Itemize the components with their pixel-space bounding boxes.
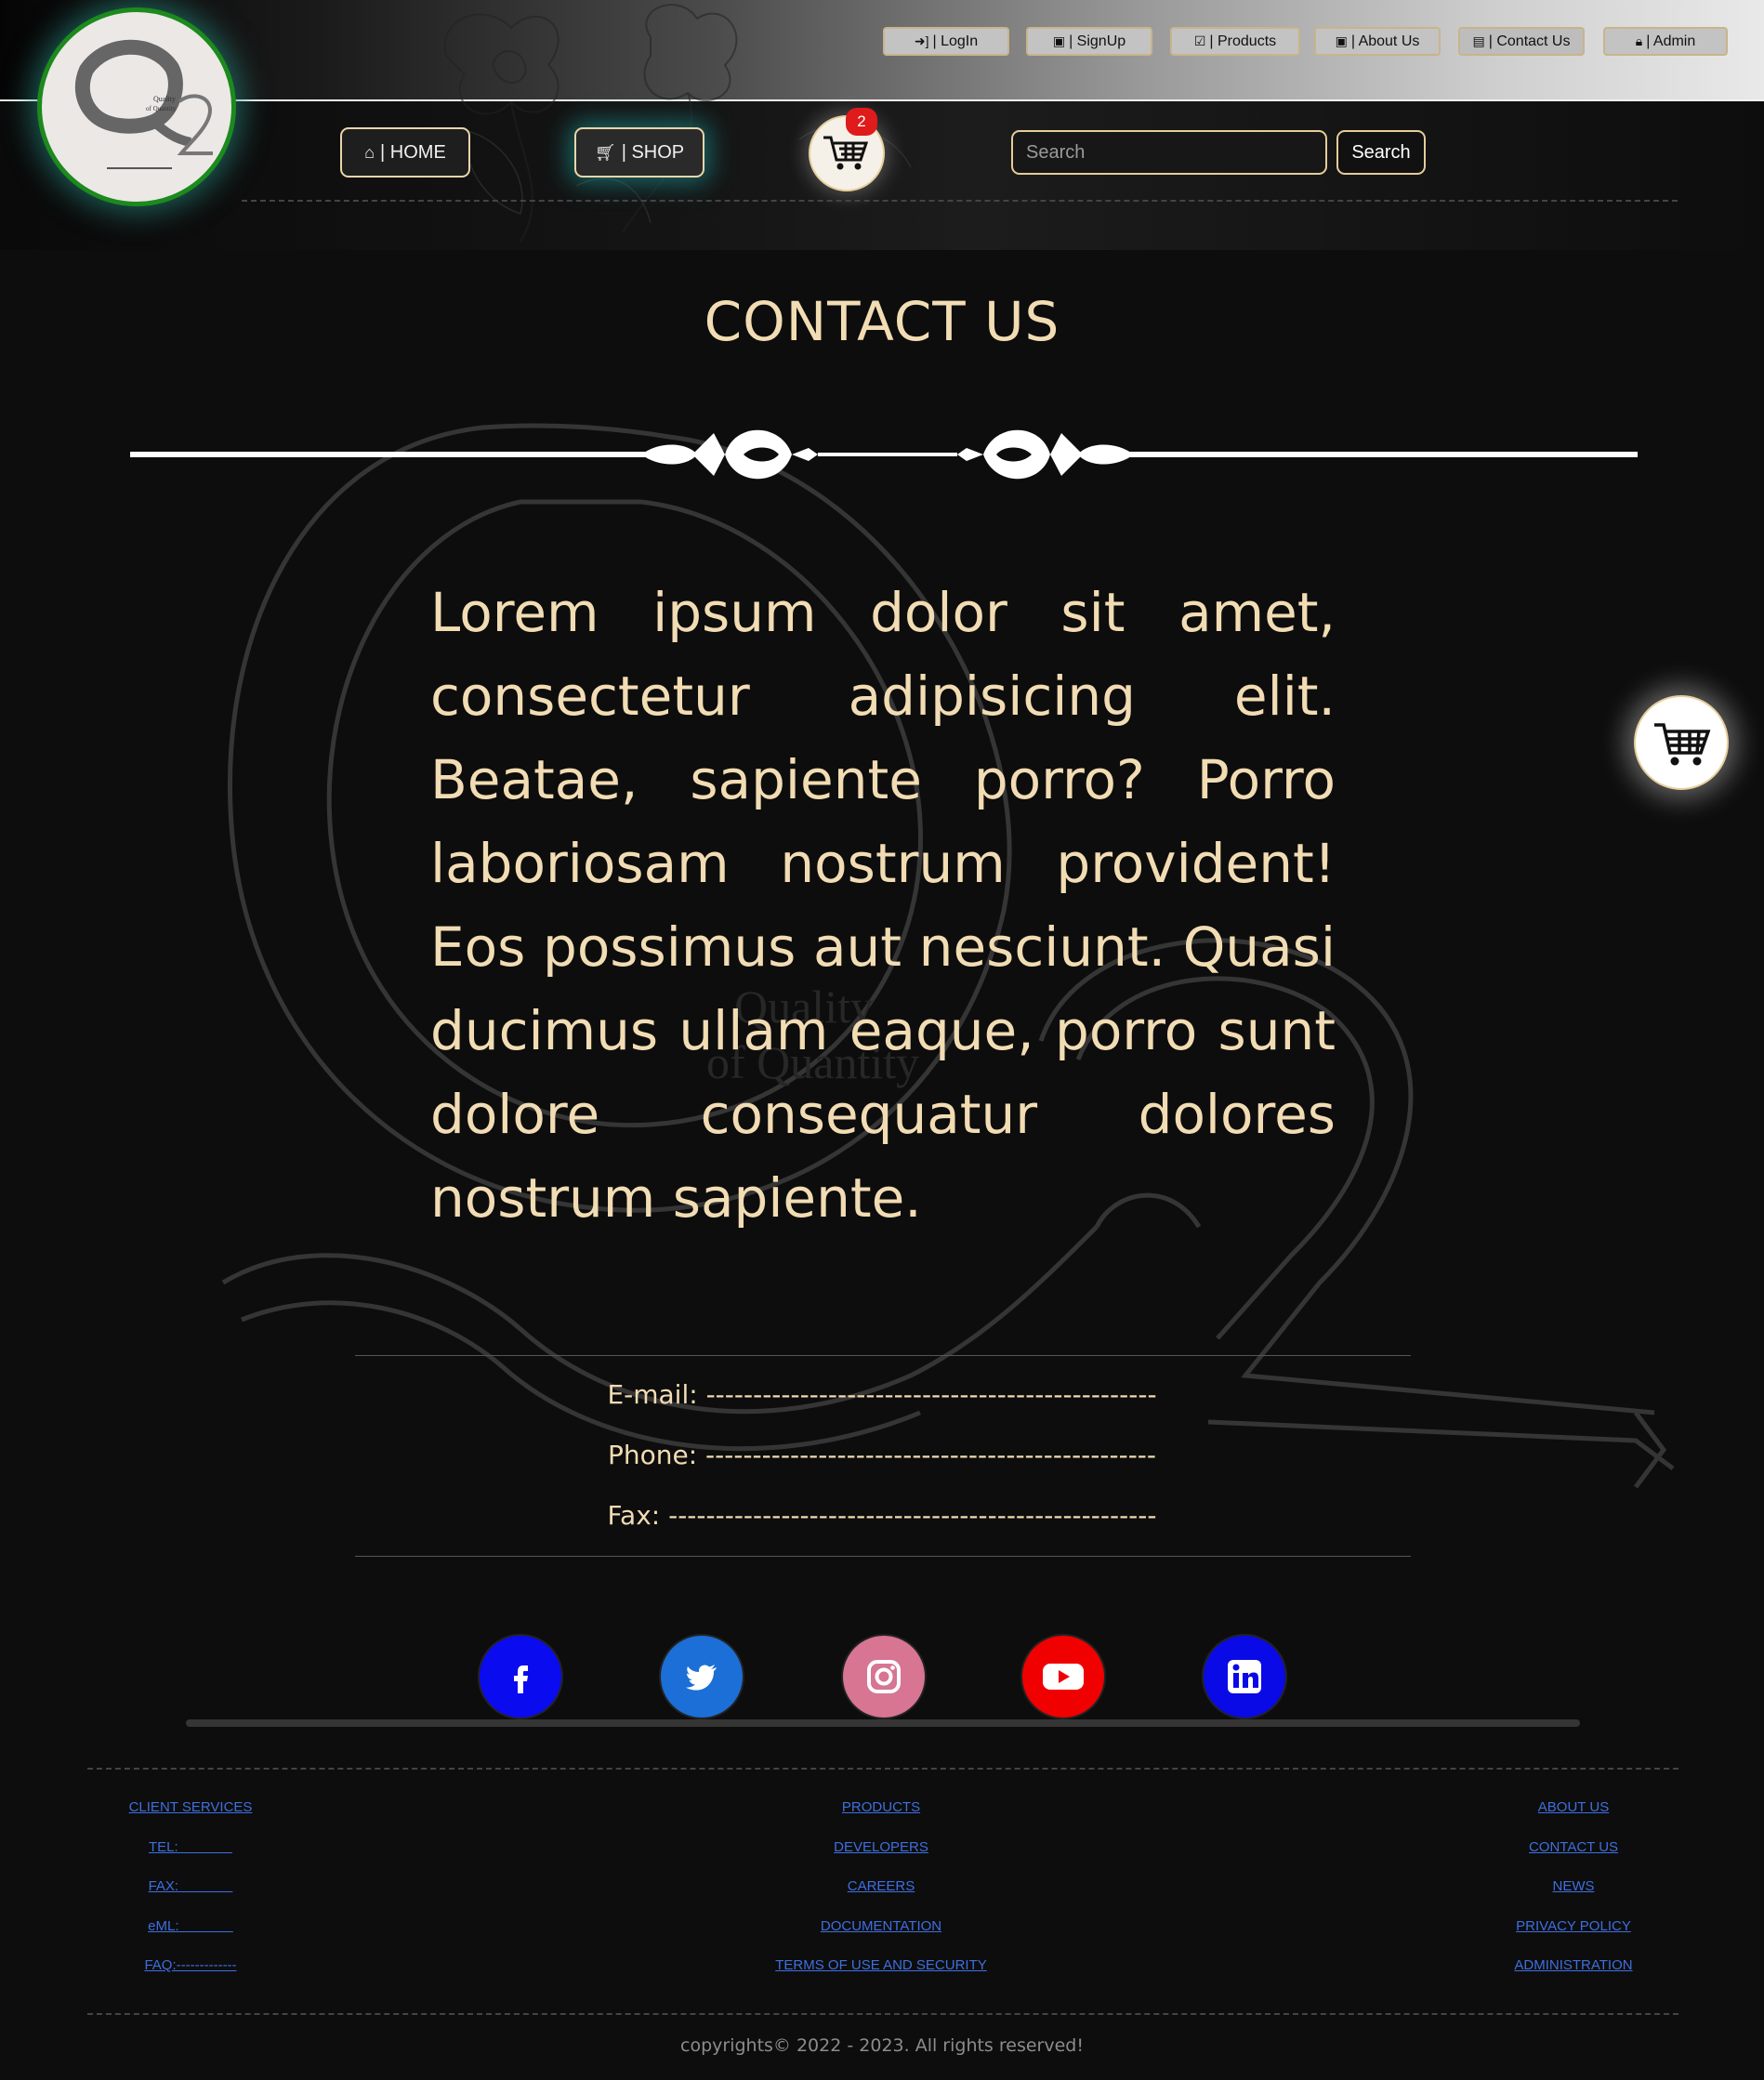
footer-bottom-divider (87, 2013, 1678, 2015)
twitter-icon (686, 1665, 717, 1691)
search-button[interactable]: Search (1336, 130, 1426, 175)
footer-link-developers[interactable]: DEVELOPERS (834, 1836, 928, 1876)
logo-text-quality: Quality (153, 95, 176, 103)
footer-link-email[interactable]: eML: (148, 1915, 233, 1955)
instagram-icon (867, 1660, 901, 1693)
logo-mark: Quality of Quantity (74, 39, 213, 169)
login-button[interactable]: ➜] | LogIn (883, 27, 1009, 56)
admin-label: | Admin (1646, 33, 1696, 49)
footer-link-tel[interactable]: TEL: (149, 1836, 232, 1876)
home-icon: ⌂ (364, 142, 375, 162)
signup-button[interactable]: ▣ | SignUp (1026, 27, 1152, 56)
site-logo[interactable]: Quality of Quantity (37, 7, 236, 206)
products-label: | Products (1209, 33, 1277, 49)
instagram-button[interactable] (841, 1634, 927, 1719)
about-us-label: | About Us (1350, 33, 1420, 49)
footer-link-client-services[interactable]: CLIENT SERVICES (129, 1796, 253, 1836)
contact-bottom-divider (355, 1556, 1411, 1557)
footer-top-divider (87, 1768, 1678, 1770)
footer-link-documentation[interactable]: DOCUMENTATION (821, 1915, 941, 1955)
home-label: | HOME (380, 141, 446, 163)
facebook-button[interactable] (478, 1634, 563, 1719)
linkedin-button[interactable] (1202, 1634, 1287, 1719)
footer-link-faq[interactable]: FAQ:------------- (144, 1954, 236, 1994)
floating-cart-icon (1654, 723, 1711, 766)
footer-column-company: PRODUCTS DEVELOPERS CAREERS DOCUMENTATIO… (744, 1796, 1019, 1994)
lock-icon: 🔒︎ (1635, 33, 1643, 48)
products-button[interactable]: ☑ | Products (1170, 27, 1300, 56)
twitter-button[interactable] (659, 1634, 744, 1719)
contact-fax: Fax: -----------------------------------… (607, 1500, 1157, 1531)
footer-link-about-us[interactable]: ABOUT US (1538, 1796, 1609, 1836)
footer-column-about: ABOUT US CONTACT US NEWS PRIVACY POLICY … (1496, 1796, 1651, 1994)
footer-link-news[interactable]: NEWS (1553, 1875, 1595, 1915)
nav-divider (242, 200, 1678, 202)
contact-phone: Phone: ---------------------------------… (607, 1440, 1157, 1470)
contact-us-label: | Contact Us (1488, 33, 1571, 49)
contact-us-button[interactable]: ▤ | Contact Us (1458, 27, 1585, 56)
page-title: CONTACT US (704, 290, 1060, 353)
footer-link-administration[interactable]: ADMINISTRATION (1514, 1954, 1632, 1994)
contact-email: E-mail: --------------------------------… (607, 1379, 1157, 1410)
footer-link-terms[interactable]: TERMS OF USE AND SECURITY (775, 1954, 987, 1994)
footer-column-client: CLIENT SERVICES TEL: FAX: eML: FAQ:-----… (129, 1796, 253, 1994)
logo-text-quantity: of Quantity (146, 105, 177, 112)
signup-label: | SignUp (1069, 33, 1126, 49)
cart-icon: 🛒︎ (594, 142, 616, 162)
shop-button[interactable]: 🛒︎ | SHOP (574, 127, 704, 178)
shop-label: | SHOP (621, 141, 685, 163)
social-shadow (186, 1719, 1580, 1727)
search-input[interactable] (1011, 130, 1327, 175)
footer-link-products[interactable]: PRODUCTS (842, 1796, 920, 1836)
about-us-button[interactable]: ▣ | About Us (1314, 27, 1441, 56)
footer-link-privacy-policy[interactable]: PRIVACY POLICY (1516, 1915, 1631, 1955)
facebook-icon (514, 1665, 528, 1693)
copyright-text: copyrights© 2022 - 2023. All rights rese… (680, 2035, 1084, 2056)
footer-link-fax[interactable]: FAX: (149, 1875, 233, 1915)
admin-button[interactable]: 🔒︎ | Admin (1603, 27, 1728, 56)
contact-card-icon: ▤ (1472, 33, 1485, 48)
signup-icon: ▣ (1052, 33, 1066, 48)
youtube-button[interactable] (1020, 1634, 1106, 1719)
youtube-icon (1043, 1664, 1084, 1690)
linkedin-icon (1228, 1660, 1261, 1693)
cart-count-badge: 2 (846, 108, 877, 136)
about-icon: ▣ (1335, 33, 1348, 48)
login-icon: ➜] (914, 33, 929, 48)
home-button[interactable]: ⌂ | HOME (340, 127, 470, 178)
footer-link-contact-us[interactable]: CONTACT US (1529, 1836, 1618, 1876)
footer-link-careers[interactable]: CAREERS (848, 1875, 915, 1915)
products-icon: ☑ (1193, 33, 1206, 48)
contact-description: Lorem ipsum dolor sit amet, consectetur … (430, 581, 1336, 1230)
floating-cart-button[interactable] (1634, 695, 1729, 790)
login-label: | LogIn (932, 33, 979, 49)
contact-top-divider (355, 1355, 1411, 1356)
ornamental-divider (130, 429, 1638, 480)
